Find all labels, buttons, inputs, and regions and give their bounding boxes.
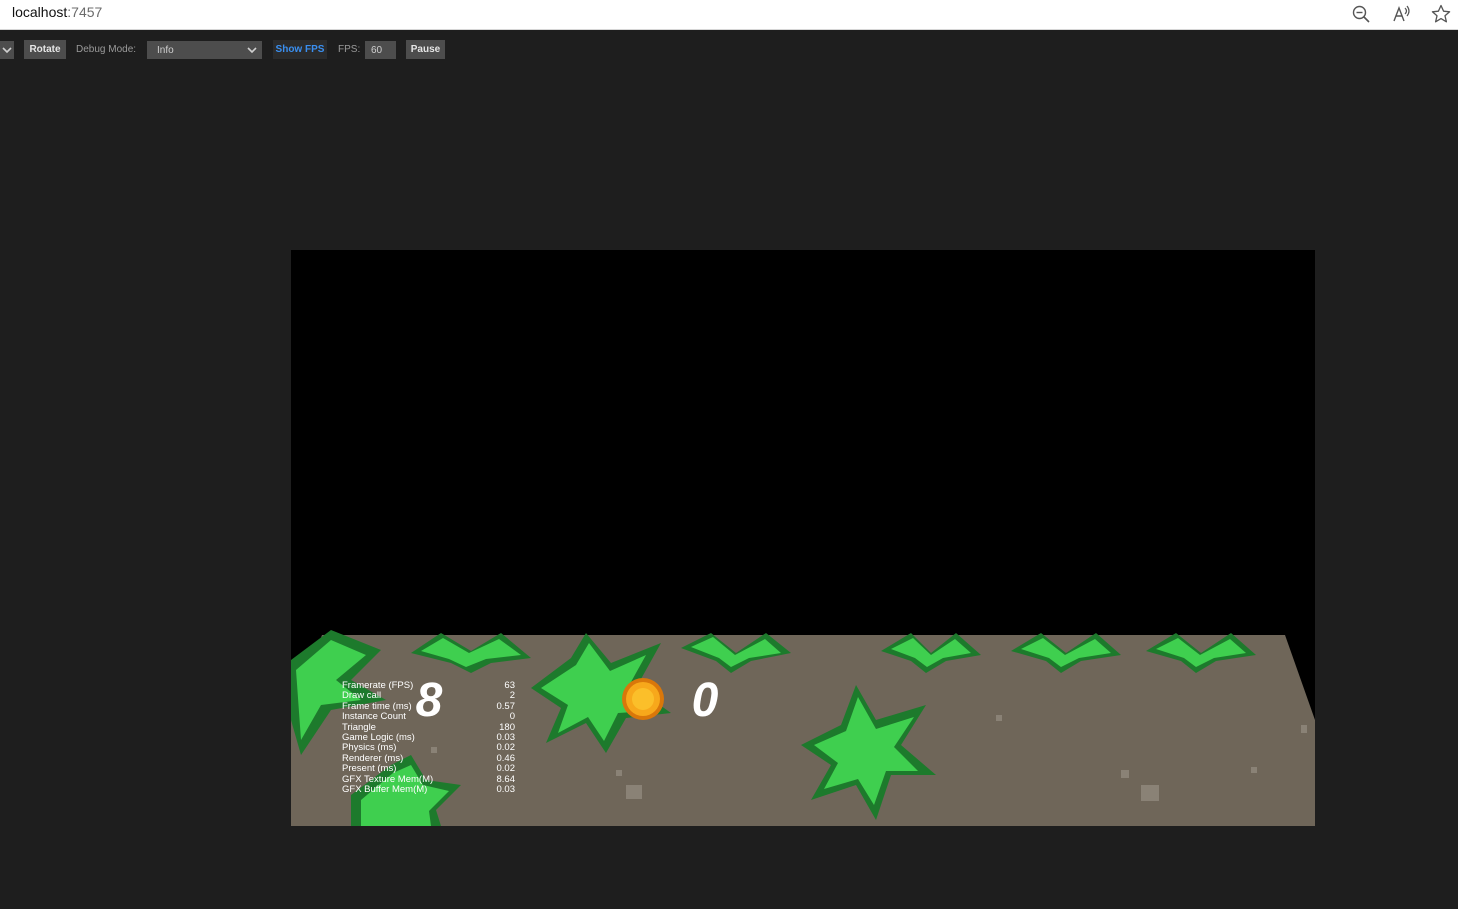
- pause-button[interactable]: Pause: [406, 40, 445, 59]
- plant-sprite: [1146, 633, 1256, 673]
- ground-stone: [1121, 770, 1129, 778]
- stat-label: GFX Buffer Mem(M): [342, 783, 428, 795]
- score-right-digit: 0: [692, 676, 719, 720]
- ground-stone: [626, 785, 642, 799]
- ground-stone: [616, 770, 622, 776]
- score-right-value: 0: [692, 676, 719, 720]
- ground-stone: [1251, 767, 1257, 773]
- url-field[interactable]: localhost:7457: [12, 4, 102, 20]
- stat-value: 0.02: [496, 763, 516, 775]
- stat-row: Present (ms) 0.02: [342, 763, 516, 775]
- fps-label: FPS:: [338, 44, 361, 55]
- url-port: :7457: [67, 4, 103, 20]
- read-aloud-icon[interactable]: [1390, 3, 1412, 25]
- plant-sprite: [1011, 633, 1121, 673]
- game-canvas[interactable]: 8 0 Framerate (FPS) 63 Draw call 2 Frame tim…: [291, 250, 1315, 826]
- debug-mode-select[interactable]: Info: [147, 41, 262, 59]
- stat-row: Instance Count 0: [342, 711, 515, 722]
- plant-sprite: [681, 633, 791, 673]
- plant-sprite: [881, 633, 981, 673]
- debug-mode-value: Info: [157, 44, 174, 56]
- ground-stone: [1141, 785, 1159, 801]
- url-host: localhost: [12, 4, 68, 20]
- chevron-down-icon: [247, 47, 257, 54]
- fps-input[interactable]: 60: [365, 41, 396, 59]
- preview-toolbar: Rotate Debug Mode: Info Show FPS FPS: 60…: [0, 40, 1458, 60]
- ground-stone: [996, 715, 1002, 721]
- stat-value: 0.03: [496, 783, 516, 795]
- device-select[interactable]: [0, 41, 14, 59]
- coin-sprite: [622, 678, 664, 720]
- favorite-star-icon[interactable]: [1430, 3, 1452, 25]
- debug-mode-label: Debug Mode:: [76, 44, 137, 55]
- show-fps-button[interactable]: Show FPS: [273, 40, 327, 59]
- stat-row: GFX Buffer Mem(M) 0.03: [342, 783, 516, 795]
- zoom-out-icon[interactable]: [1350, 3, 1372, 25]
- plant-sprite: [411, 633, 531, 673]
- browser-address-bar: localhost:7457: [0, 0, 1458, 30]
- ground-stone: [1301, 725, 1307, 733]
- rotate-button[interactable]: Rotate: [24, 40, 66, 59]
- chevron-down-icon: [2, 47, 12, 54]
- fps-stats-panel: Framerate (FPS) 63 Draw call 2 Frame time (m…: [342, 680, 516, 795]
- stat-label: Present (ms): [342, 763, 397, 775]
- plant-sprite: [801, 685, 936, 820]
